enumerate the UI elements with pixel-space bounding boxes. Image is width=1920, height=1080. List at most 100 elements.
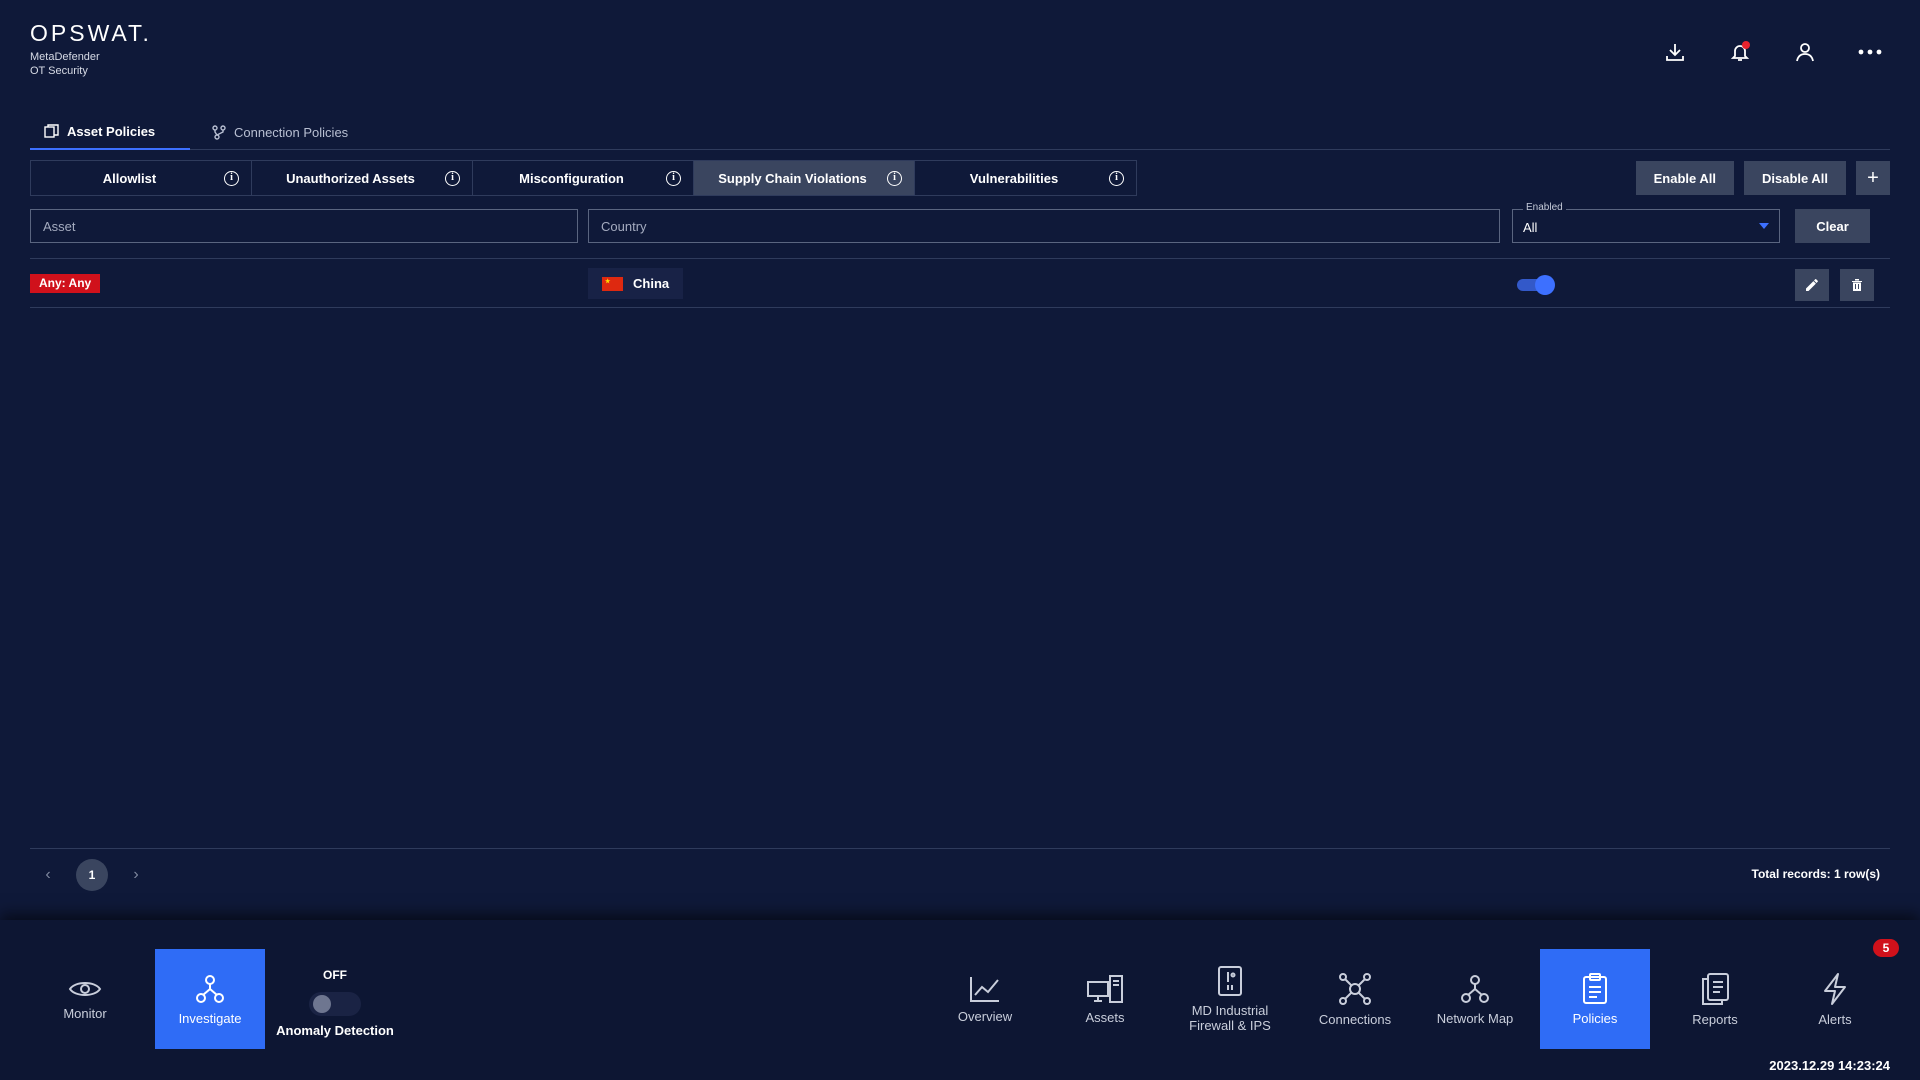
pagination: ‹ 1 › [40, 859, 144, 891]
notification-dot [1742, 41, 1750, 49]
clipboard-icon [1583, 972, 1607, 1004]
info-icon[interactable]: i [666, 170, 681, 186]
dock-connections-label: Connections [1318, 1011, 1392, 1027]
network-map-icon [1461, 974, 1489, 1003]
dock-connections[interactable]: Connections [1300, 949, 1410, 1049]
policy-actions: Enable All Disable All + [1635, 161, 1890, 195]
dock-monitor[interactable]: Monitor [30, 949, 140, 1049]
info-icon[interactable]: i [887, 170, 902, 186]
subtab-allowlist[interactable]: Allowlist i [31, 161, 252, 195]
country-chip: ★ China [588, 268, 684, 299]
investigate-icon [196, 974, 224, 1003]
subtab-allowlist-label: Allowlist [102, 170, 157, 186]
dock-reports-label: Reports [1692, 1011, 1738, 1027]
anomaly-detection-label: Anomaly Detection [276, 1023, 394, 1038]
asset-filter-input[interactable] [30, 209, 578, 243]
dock-investigate-label: Investigate [178, 1010, 242, 1026]
country-filter-input[interactable] [588, 209, 1500, 243]
current-timestamp: 2023.12.29 14:23:24 [1769, 1058, 1890, 1073]
anomaly-state: OFF [323, 968, 347, 982]
dock-network-map[interactable]: Network Map [1420, 949, 1530, 1049]
enabled-filter-value: All [1523, 220, 1538, 235]
disable-all-button[interactable]: Disable All [1744, 161, 1846, 195]
dock-policies-label: Policies [1572, 1010, 1618, 1026]
dock-alerts[interactable]: Alerts [1780, 949, 1890, 1049]
dock-policies[interactable]: Policies [1540, 949, 1650, 1049]
subtab-unauthorized-assets-label: Unauthorized Assets [286, 170, 415, 186]
delete-button[interactable] [1840, 269, 1874, 301]
connections-icon [1339, 972, 1371, 1005]
dock-investigate[interactable]: Investigate [155, 949, 265, 1049]
header-actions [1659, 36, 1886, 68]
dock-firewall-label-line2: Firewall & IPS [1189, 1018, 1271, 1033]
subtab-unauthorized-assets[interactable]: Unauthorized Assets i [252, 161, 473, 195]
tab-asset-policies-label: Asset Policies [67, 123, 156, 139]
country-name: China [633, 276, 670, 291]
tab-asset-policies[interactable]: Asset Policies [30, 114, 190, 150]
dock-overview-label: Overview [957, 1008, 1013, 1024]
devices-icon [1087, 974, 1123, 1003]
edit-button[interactable] [1795, 269, 1829, 301]
more-icon[interactable] [1854, 36, 1886, 68]
reports-icon [1702, 972, 1729, 1005]
dock-monitor-label: Monitor [63, 1005, 107, 1021]
enabled-filter-select[interactable]: Enabled All [1512, 202, 1780, 243]
tab-connection-policies-label: Connection Policies [234, 124, 349, 140]
toggle-knob [313, 995, 331, 1013]
asset-badge: Any: Any [30, 274, 101, 293]
dock-assets[interactable]: Assets [1050, 949, 1160, 1049]
subtab-vulnerabilities-label: Vulnerabilities [969, 170, 1059, 186]
page-button[interactable]: 1 [76, 859, 108, 891]
previous-page-button[interactable]: ‹ [40, 866, 56, 884]
subtab-misconfiguration-label: Misconfiguration [519, 170, 624, 186]
anomaly-detection-toggle[interactable] [309, 992, 361, 1016]
enabled-filter-label: Enabled [1523, 202, 1566, 213]
total-records: Total records: 1 row(s) [1751, 867, 1880, 881]
eye-icon [68, 981, 102, 996]
tab-connection-policies[interactable]: Connection Policies [198, 114, 362, 150]
info-icon[interactable]: i [1109, 170, 1124, 186]
product-name-line1: MetaDefender [30, 51, 100, 63]
pencil-icon [1806, 279, 1818, 291]
chevron-down-icon [1759, 223, 1769, 229]
brand-name: OPSWAT. [30, 20, 152, 46]
asset-policies-icon [44, 124, 59, 138]
dock-alerts-label: Alerts [1818, 1011, 1852, 1027]
footer-divider [30, 848, 1890, 849]
bell-icon[interactable] [1724, 36, 1756, 68]
info-icon[interactable]: i [445, 170, 460, 186]
asset-policy-subtabs: Allowlist i Unauthorized Assets i Miscon… [30, 160, 1137, 196]
clear-filters-button[interactable]: Clear [1795, 209, 1870, 243]
product-name-line2: OT Security [30, 65, 88, 77]
subtab-supply-chain-violations[interactable]: Supply Chain Violations i [694, 161, 915, 195]
user-icon[interactable] [1789, 36, 1821, 68]
brand-logo: OPSWAT. MetaDefender OT Security [30, 22, 152, 78]
dock-md-industrial-firewall[interactable]: MD Industrial Firewall & IPS [1175, 949, 1285, 1049]
lightning-icon [1824, 972, 1846, 1005]
table-row: Any: Any ★ China [30, 258, 1890, 308]
add-policy-button[interactable]: + [1856, 161, 1890, 195]
subtab-supply-chain-violations-label: Supply Chain Violations [718, 170, 867, 186]
policy-type-tabs: Asset Policies Connection Policies [30, 114, 1890, 150]
trash-icon [1852, 279, 1862, 291]
dock-reports[interactable]: Reports [1660, 949, 1770, 1049]
subtab-vulnerabilities[interactable]: Vulnerabilities i [915, 161, 1136, 195]
dock-overview[interactable]: Overview [930, 949, 1040, 1049]
toggle-knob [1535, 275, 1555, 295]
firewall-device-icon [1218, 966, 1242, 996]
download-icon[interactable] [1659, 36, 1691, 68]
dock-firewall-label-line1: MD Industrial [1191, 1003, 1269, 1018]
info-icon[interactable]: i [224, 170, 239, 186]
bottom-dock: Monitor Investigate OFF Anomaly Detectio… [0, 920, 1920, 1080]
policy-enabled-toggle[interactable] [1517, 275, 1555, 295]
dock-assets-label: Assets [1085, 1009, 1125, 1025]
subtab-misconfiguration[interactable]: Misconfiguration i [473, 161, 694, 195]
china-flag-icon: ★ [602, 276, 623, 291]
anomaly-detection: OFF Anomaly Detection [276, 968, 394, 1038]
connection-policies-icon [212, 124, 226, 140]
chart-line-icon [970, 976, 999, 1002]
alerts-count-badge: 5 [1873, 939, 1899, 957]
dock-network-map-label: Network Map [1436, 1010, 1514, 1026]
next-page-button[interactable]: › [128, 866, 144, 884]
enable-all-button[interactable]: Enable All [1635, 161, 1735, 195]
